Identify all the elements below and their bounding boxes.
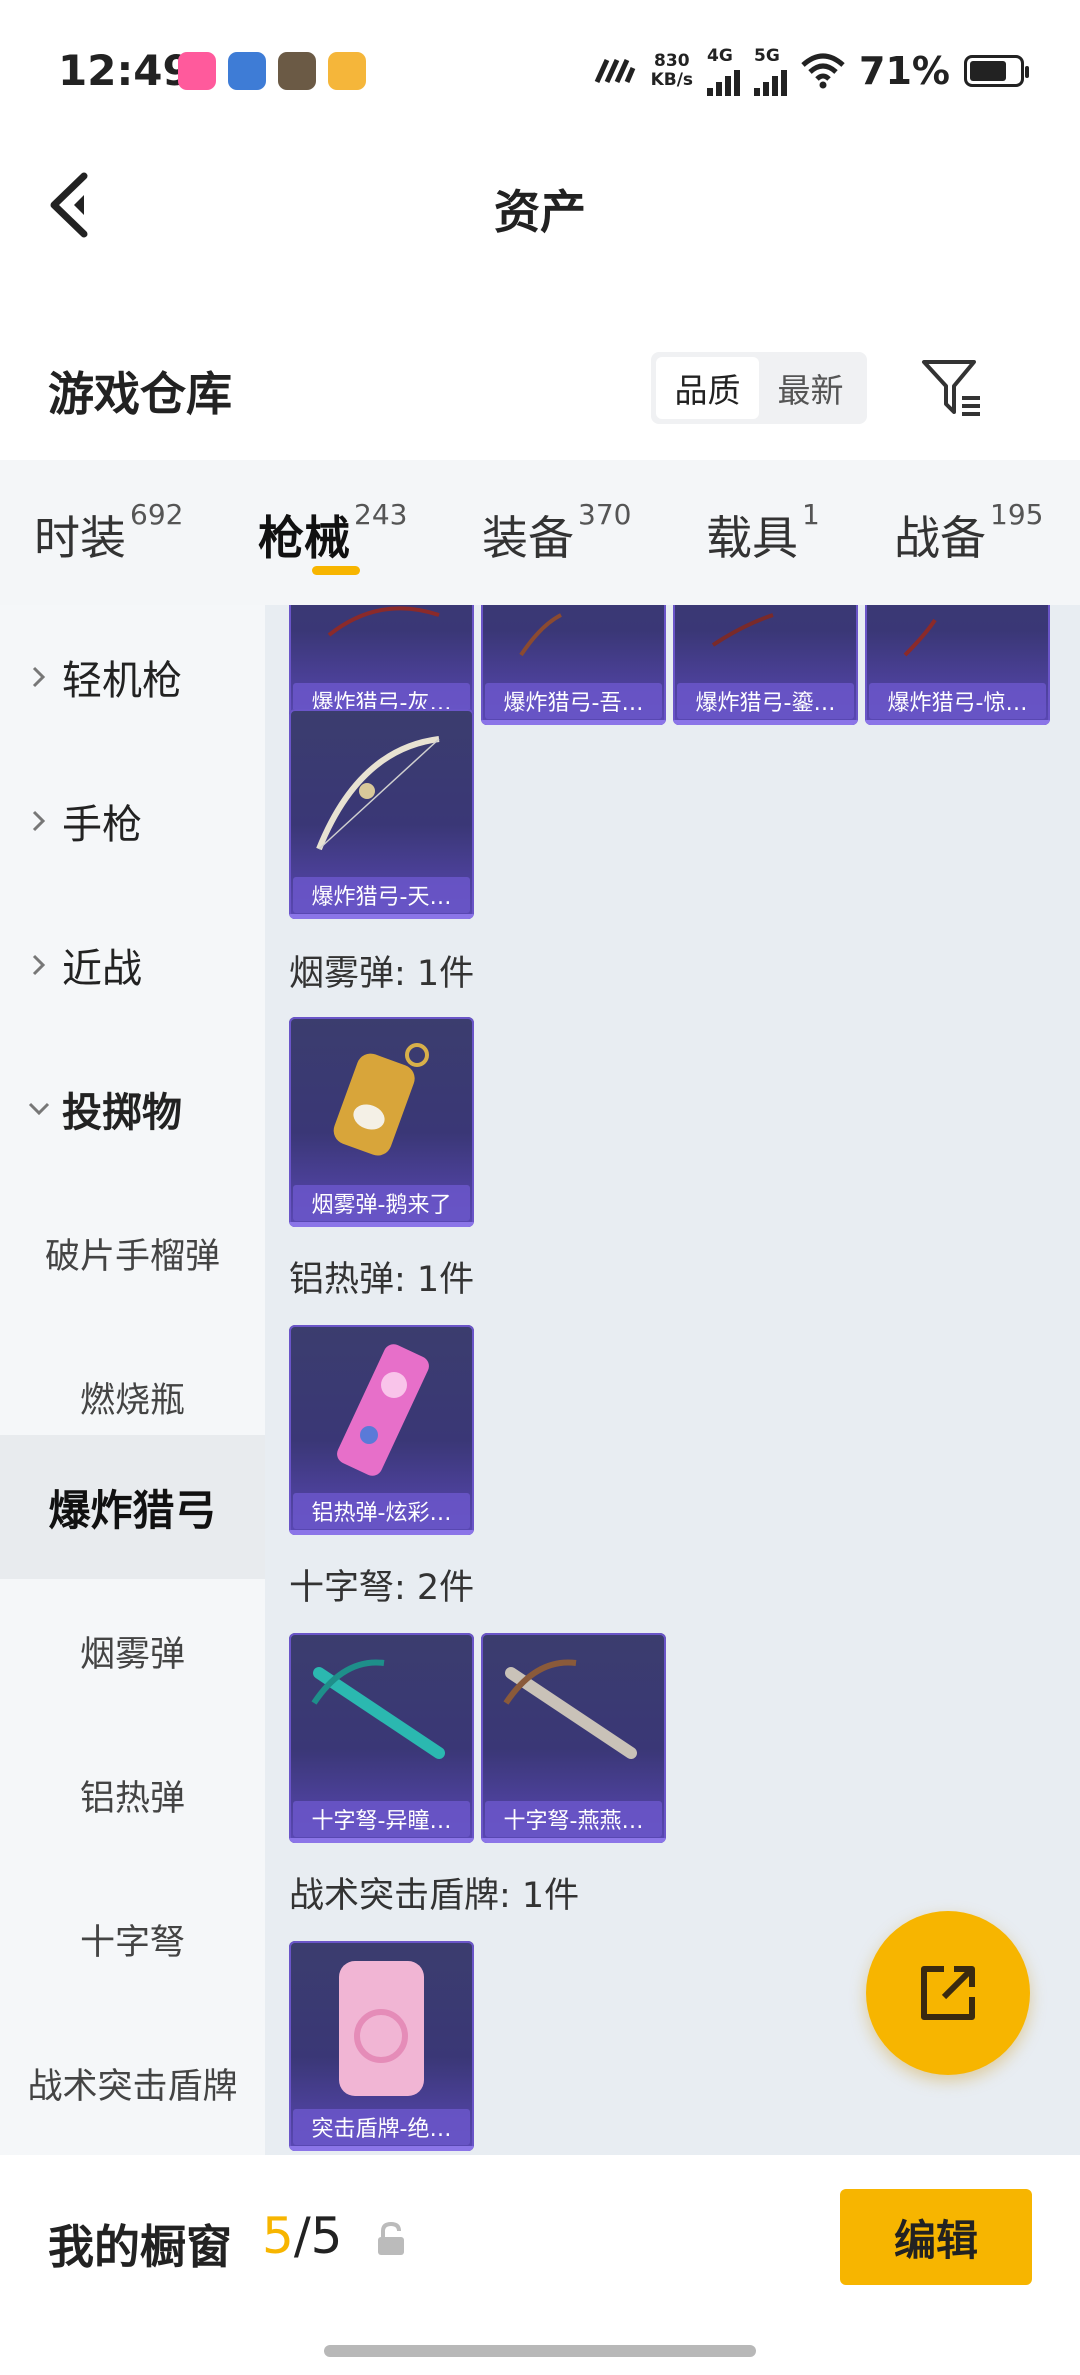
signal-bars-icon [707, 66, 741, 96]
sidebar-subitem-explosive-bow[interactable]: 爆炸猎弓 [0, 1435, 265, 1579]
crossbow-image [311, 1659, 445, 1759]
showcase-count: 5/5 [262, 2207, 343, 2265]
item-card[interactable]: 爆炸猎弓-鎏… [673, 605, 858, 725]
bilibili-app-icon [178, 52, 216, 90]
edit-button[interactable]: 编辑 [840, 2189, 1032, 2285]
group-label-thermite: 铝热弹: 1件 [289, 1260, 475, 1300]
sidebar-subitem-thermite[interactable]: 铝热弹 [0, 1723, 265, 1867]
filter-icon[interactable] [920, 356, 984, 420]
showcase-bar: 我的橱窗 5/5 编辑 [0, 2155, 1080, 2375]
active-tab-indicator [312, 566, 360, 575]
signal-bars-icon [754, 66, 788, 96]
share-external-icon [921, 1966, 975, 2020]
item-name: 铝热弹-炫彩… [293, 1493, 470, 1529]
item-card[interactable]: 烟雾弹-鹅来了 [289, 1017, 474, 1227]
item-name: 爆炸猎弓-天… [293, 877, 470, 913]
category-tabs: 时装 692 枪械 243 装备 370 载具 1 战备 195 [0, 460, 1080, 605]
sidebar-item-throwables[interactable]: 投掷物 [0, 1037, 265, 1181]
item-card[interactable]: 十字弩-异瞳… [289, 1633, 474, 1843]
group-label-crossbow: 十字弩: 2件 [289, 1568, 475, 1608]
home-indicator[interactable] [324, 2345, 756, 2357]
chevron-right-icon [32, 810, 46, 832]
item-name: 爆炸猎弓-鎏… [677, 683, 854, 719]
bow-image [327, 606, 440, 637]
group-label-smoke: 烟雾弹: 1件 [289, 954, 475, 994]
page-title: 资产 [494, 185, 586, 239]
status-bar: 12:49 830 KB/s 4G 5G 71% [0, 0, 1080, 140]
warehouse-title: 游戏仓库 [48, 367, 232, 421]
sidebar-subitem-smoke[interactable]: 烟雾弹 [0, 1579, 265, 1723]
item-name: 十字弩-异瞳… [293, 1801, 470, 1837]
chevron-right-icon [32, 666, 46, 688]
battery-percent: 71% [859, 49, 950, 93]
item-card[interactable]: 突击盾牌-绝… [289, 1941, 474, 2151]
group-label-shield: 战术突击盾牌: 1件 [289, 1876, 580, 1916]
sidebar-subitem-crossbow[interactable]: 十字弩 [0, 1867, 265, 2011]
signal-4g: 4G [707, 46, 741, 96]
bow-image [519, 613, 562, 657]
item-card[interactable]: 十字弩-燕燕… [481, 1633, 666, 1843]
sidebar-subitem-assault-shield[interactable]: 战术突击盾牌 [0, 2011, 265, 2155]
network-speed: 830 KB/s [650, 51, 694, 90]
pubg-app-icon [278, 52, 316, 90]
tab-battle-prep[interactable]: 战备 195 [894, 498, 1043, 568]
item-card[interactable]: 爆炸猎弓-灰… [289, 605, 474, 725]
item-card[interactable]: 爆炸猎弓-惊… [865, 605, 1050, 725]
smoke-grenade-image [333, 1043, 429, 1156]
tab-equipment[interactable]: 装备 370 [482, 498, 631, 568]
nfc-icon [594, 58, 635, 84]
item-name: 烟雾弹-鹅来了 [293, 1185, 470, 1221]
sort-quality-button[interactable]: 品质 [656, 357, 759, 419]
item-card[interactable]: 爆炸猎弓-天… [289, 709, 474, 919]
tab-vehicles[interactable]: 载具 1 [706, 498, 820, 568]
sidebar: 轻机枪 手枪 近战 投掷物 破片手榴弹 燃烧瓶 爆炸猎弓 烟雾弹 铝热弹 十字弩… [0, 605, 265, 2155]
item-name: 爆炸猎弓-惊… [869, 683, 1046, 719]
notification-icons [178, 52, 366, 90]
bow-image [316, 736, 440, 851]
sidebar-subitem-frag-grenade[interactable]: 破片手榴弹 [0, 1181, 265, 1325]
signal-5g: 5G [754, 46, 788, 96]
sidebar-item-lmg[interactable]: 轻机枪 [0, 605, 265, 749]
item-name: 突击盾牌-绝… [293, 2109, 470, 2145]
header: 资产 [0, 140, 1080, 270]
crossbow-image [503, 1659, 637, 1759]
bow-image [903, 618, 937, 657]
sort-toggle: 品质 最新 [651, 352, 867, 424]
status-right: 830 KB/s 4G 5G 71% [593, 46, 1029, 96]
lock-icon [378, 2221, 404, 2255]
sidebar-item-melee[interactable]: 近战 [0, 893, 265, 1037]
item-name: 十字弩-燕燕… [485, 1801, 662, 1837]
sort-newest-button[interactable]: 最新 [759, 357, 862, 419]
sidebar-item-pistol[interactable]: 手枪 [0, 749, 265, 893]
battery-icon [964, 55, 1029, 87]
warehouse-header: 游戏仓库 品质 最新 [0, 330, 1080, 460]
tab-guns[interactable]: 枪械 243 [258, 498, 407, 568]
thermite-image [337, 1344, 429, 1476]
wifi-icon [801, 53, 845, 89]
bow-image [711, 613, 774, 647]
item-name: 爆炸猎弓-吾… [485, 683, 662, 719]
item-card[interactable]: 铝热弹-炫彩… [289, 1325, 474, 1535]
chevron-right-icon [32, 954, 46, 976]
item-card[interactable]: 爆炸猎弓-吾… [481, 605, 666, 725]
chevron-down-icon [28, 1102, 50, 1116]
share-fab-button[interactable] [866, 1911, 1030, 2075]
target-app-icon [328, 52, 366, 90]
tab-fashion[interactable]: 时装 692 [34, 498, 183, 568]
game-app-icon [228, 52, 266, 90]
showcase-label: 我的橱窗 [48, 2220, 232, 2274]
shield-image [339, 1961, 424, 2096]
status-time: 12:49 [58, 46, 192, 95]
